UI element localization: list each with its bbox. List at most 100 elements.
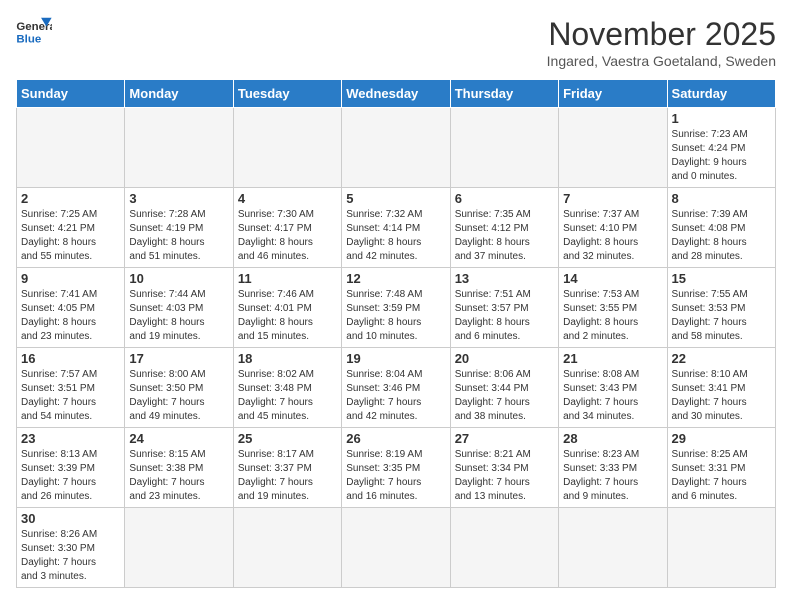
day-info: Sunrise: 8:10 AM Sunset: 3:41 PM Dayligh… <box>672 368 771 424</box>
day-info: Sunrise: 7:32 AM Sunset: 4:14 PM Dayligh… <box>346 208 445 264</box>
day-info: Sunrise: 7:46 AM Sunset: 4:01 PM Dayligh… <box>238 288 337 344</box>
calendar-cell: 27 Sunrise: 8:21 AM Sunset: 3:34 PM Dayli… <box>450 428 558 508</box>
day-info: Sunrise: 7:37 AM Sunset: 4:10 PM Dayligh… <box>563 208 662 264</box>
day-number: 21 <box>563 351 662 366</box>
day-info: Sunrise: 8:21 AM Sunset: 3:34 PM Dayligh… <box>455 448 554 504</box>
day-number: 8 <box>672 191 771 206</box>
calendar-cell: 30Sunrise: 8:26 AM Sunset: 3:30 PM Dayli… <box>17 508 125 588</box>
calendar-cell <box>559 108 667 188</box>
week-row-4: 16Sunrise: 7:57 AM Sunset: 3:51 PM Dayli… <box>17 348 776 428</box>
day-info: Sunrise: 7:35 AM Sunset: 4:12 PM Dayligh… <box>455 208 554 264</box>
day-number: 27 <box>455 431 554 446</box>
calendar-cell: 28 Sunrise: 8:23 AM Sunset: 3:33 PM Dayli… <box>559 428 667 508</box>
day-info: Sunrise: 8:19 AM Sunset: 3:35 PM Dayligh… <box>346 448 445 504</box>
calendar-cell <box>667 508 775 588</box>
calendar-cell: 18Sunrise: 8:02 AM Sunset: 3:48 PM Dayli… <box>233 348 341 428</box>
calendar-cell <box>17 108 125 188</box>
calendar-cell: 3Sunrise: 7:28 AM Sunset: 4:19 PM Daylig… <box>125 188 233 268</box>
week-row-3: 9 Sunrise: 7:41 AM Sunset: 4:05 PM Daylig… <box>17 268 776 348</box>
calendar-cell: 8Sunrise: 7:39 AM Sunset: 4:08 PM Daylig… <box>667 188 775 268</box>
header: General Blue November 2025 Ingared, Vaes… <box>16 16 776 69</box>
day-number: 9 <box>21 271 120 286</box>
calendar-cell <box>450 508 558 588</box>
day-info: Sunrise: 8:00 AM Sunset: 3:50 PM Dayligh… <box>129 368 228 424</box>
day-info: Sunrise: 7:30 AM Sunset: 4:17 PM Dayligh… <box>238 208 337 264</box>
calendar-cell: 11 Sunrise: 7:46 AM Sunset: 4:01 PM Dayli… <box>233 268 341 348</box>
day-info: Sunrise: 8:13 AM Sunset: 3:39 PM Dayligh… <box>21 448 120 504</box>
weekday-header-saturday: Saturday <box>667 80 775 108</box>
calendar-cell: 4Sunrise: 7:30 AM Sunset: 4:17 PM Daylig… <box>233 188 341 268</box>
weekday-header-row: SundayMondayTuesdayWednesdayThursdayFrid… <box>17 80 776 108</box>
day-number: 15 <box>672 271 771 286</box>
calendar-cell <box>450 108 558 188</box>
calendar-cell: 14Sunrise: 7:53 AM Sunset: 3:55 PM Dayli… <box>559 268 667 348</box>
calendar-cell: 13Sunrise: 7:51 AM Sunset: 3:57 PM Dayli… <box>450 268 558 348</box>
calendar-cell: 25 Sunrise: 8:17 AM Sunset: 3:37 PM Dayli… <box>233 428 341 508</box>
day-number: 19 <box>346 351 445 366</box>
day-number: 24 <box>129 431 228 446</box>
day-number: 17 <box>129 351 228 366</box>
calendar-cell: 20 Sunrise: 8:06 AM Sunset: 3:44 PM Dayli… <box>450 348 558 428</box>
weekday-header-sunday: Sunday <box>17 80 125 108</box>
day-number: 16 <box>21 351 120 366</box>
day-number: 23 <box>21 431 120 446</box>
calendar-cell: 7Sunrise: 7:37 AM Sunset: 4:10 PM Daylig… <box>559 188 667 268</box>
day-info: Sunrise: 8:25 AM Sunset: 3:31 PM Dayligh… <box>672 448 771 504</box>
calendar-cell: 19 Sunrise: 8:04 AM Sunset: 3:46 PM Dayli… <box>342 348 450 428</box>
logo: General Blue <box>16 16 52 46</box>
day-info: Sunrise: 7:51 AM Sunset: 3:57 PM Dayligh… <box>455 288 554 344</box>
calendar-cell: 16Sunrise: 7:57 AM Sunset: 3:51 PM Dayli… <box>17 348 125 428</box>
calendar-cell: 12Sunrise: 7:48 AM Sunset: 3:59 PM Dayli… <box>342 268 450 348</box>
day-number: 1 <box>672 111 771 126</box>
day-info: Sunrise: 8:15 AM Sunset: 3:38 PM Dayligh… <box>129 448 228 504</box>
weekday-header-tuesday: Tuesday <box>233 80 341 108</box>
calendar-cell: 2Sunrise: 7:25 AM Sunset: 4:21 PM Daylig… <box>17 188 125 268</box>
calendar-subtitle: Ingared, Vaestra Goetaland, Sweden <box>547 53 776 69</box>
calendar-cell: 9 Sunrise: 7:41 AM Sunset: 4:05 PM Daylig… <box>17 268 125 348</box>
day-number: 20 <box>455 351 554 366</box>
day-number: 29 <box>672 431 771 446</box>
calendar-cell: 15 Sunrise: 7:55 AM Sunset: 3:53 PM Dayli… <box>667 268 775 348</box>
calendar-cell: 5Sunrise: 7:32 AM Sunset: 4:14 PM Daylig… <box>342 188 450 268</box>
day-number: 25 <box>238 431 337 446</box>
week-row-2: 2Sunrise: 7:25 AM Sunset: 4:21 PM Daylig… <box>17 188 776 268</box>
calendar-cell: 6 Sunrise: 7:35 AM Sunset: 4:12 PM Daylig… <box>450 188 558 268</box>
day-info: Sunrise: 7:55 AM Sunset: 3:53 PM Dayligh… <box>672 288 771 344</box>
day-number: 28 <box>563 431 662 446</box>
day-number: 22 <box>672 351 771 366</box>
calendar-cell: 17 Sunrise: 8:00 AM Sunset: 3:50 PM Dayli… <box>125 348 233 428</box>
calendar-cell <box>233 508 341 588</box>
calendar-cell <box>125 108 233 188</box>
day-info: Sunrise: 7:41 AM Sunset: 4:05 PM Dayligh… <box>21 288 120 344</box>
calendar-cell: 10Sunrise: 7:44 AM Sunset: 4:03 PM Dayli… <box>125 268 233 348</box>
day-info: Sunrise: 7:53 AM Sunset: 3:55 PM Dayligh… <box>563 288 662 344</box>
week-row-6: 30Sunrise: 8:26 AM Sunset: 3:30 PM Dayli… <box>17 508 776 588</box>
weekday-header-wednesday: Wednesday <box>342 80 450 108</box>
day-number: 3 <box>129 191 228 206</box>
calendar-cell <box>342 508 450 588</box>
week-row-5: 23 Sunrise: 8:13 AM Sunset: 3:39 PM Dayli… <box>17 428 776 508</box>
day-info: Sunrise: 7:48 AM Sunset: 3:59 PM Dayligh… <box>346 288 445 344</box>
day-info: Sunrise: 8:08 AM Sunset: 3:43 PM Dayligh… <box>563 368 662 424</box>
day-info: Sunrise: 7:25 AM Sunset: 4:21 PM Dayligh… <box>21 208 120 264</box>
day-number: 6 <box>455 191 554 206</box>
day-info: Sunrise: 8:02 AM Sunset: 3:48 PM Dayligh… <box>238 368 337 424</box>
week-row-1: 1 Sunrise: 7:23 AM Sunset: 4:24 PM Daylig… <box>17 108 776 188</box>
calendar-cell: 22 Sunrise: 8:10 AM Sunset: 3:41 PM Dayli… <box>667 348 775 428</box>
day-number: 26 <box>346 431 445 446</box>
day-info: Sunrise: 8:23 AM Sunset: 3:33 PM Dayligh… <box>563 448 662 504</box>
day-info: Sunrise: 7:23 AM Sunset: 4:24 PM Dayligh… <box>672 128 771 184</box>
calendar-cell: 26 Sunrise: 8:19 AM Sunset: 3:35 PM Dayli… <box>342 428 450 508</box>
svg-text:Blue: Blue <box>16 33 41 45</box>
day-info: Sunrise: 8:17 AM Sunset: 3:37 PM Dayligh… <box>238 448 337 504</box>
calendar-cell: 23 Sunrise: 8:13 AM Sunset: 3:39 PM Dayli… <box>17 428 125 508</box>
day-number: 11 <box>238 271 337 286</box>
logo-icon: General Blue <box>16 16 52 46</box>
day-number: 10 <box>129 271 228 286</box>
day-info: Sunrise: 8:04 AM Sunset: 3:46 PM Dayligh… <box>346 368 445 424</box>
weekday-header-friday: Friday <box>559 80 667 108</box>
calendar-title: November 2025 <box>547 16 776 53</box>
day-info: Sunrise: 8:06 AM Sunset: 3:44 PM Dayligh… <box>455 368 554 424</box>
calendar-cell <box>233 108 341 188</box>
weekday-header-monday: Monday <box>125 80 233 108</box>
